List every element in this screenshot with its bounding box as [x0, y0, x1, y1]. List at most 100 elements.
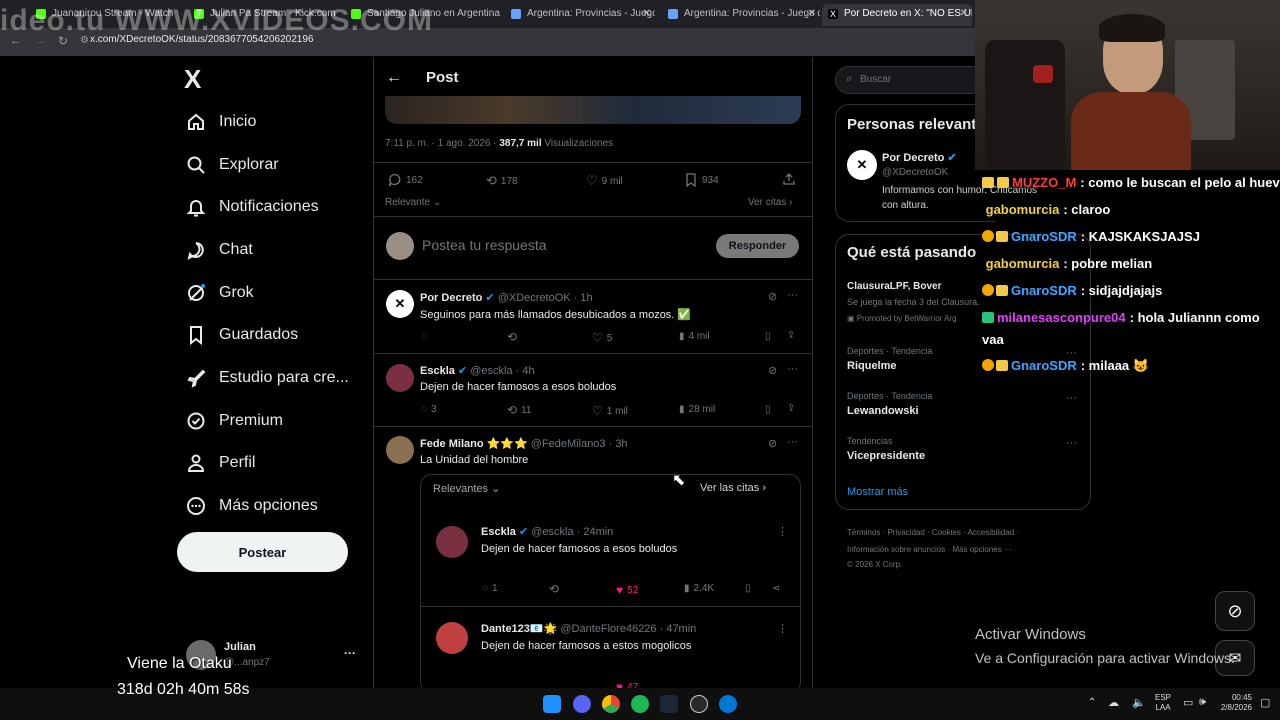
close-tab-icon[interactable]: ✕	[960, 4, 968, 24]
reply-button[interactable]: ◌	[421, 331, 427, 342]
account-menu-icon[interactable]: ···	[344, 646, 356, 660]
more-options-icon[interactable]: ···	[787, 436, 798, 448]
repost-button[interactable]: ⟲	[507, 330, 517, 344]
notifications-icon[interactable]: ▢	[1260, 696, 1270, 709]
chat-username[interactable]: GnaroSDR	[1011, 283, 1077, 298]
discord-icon[interactable]	[573, 695, 591, 713]
see-quotes-link[interactable]: Ver las citas ›	[700, 482, 766, 494]
back-arrow-icon[interactable]: ←	[386, 69, 402, 87]
close-tab-icon[interactable]: ✕	[808, 4, 816, 24]
display-icon[interactable]: ▭	[1183, 696, 1193, 709]
nav-item-premium[interactable]: Premium	[185, 403, 283, 439]
chat-username[interactable]: MUZZO_M	[1012, 175, 1076, 190]
grok-analyze-icon[interactable]: ⊘	[768, 290, 777, 303]
nav-item-mas-opciones[interactable]: Más opciones	[185, 488, 318, 524]
quotes-sort-dropdown[interactable]: Relevantes ⌄	[433, 482, 500, 495]
chevron-up-icon[interactable]: ⌃	[1088, 697, 1096, 708]
nav-item-notificaciones[interactable]: Notificaciones	[185, 189, 319, 225]
more-options-icon[interactable]: ···	[787, 289, 798, 301]
repost-count-button[interactable]: ⟲ 178	[486, 173, 518, 189]
post-media-image[interactable]	[385, 96, 801, 124]
post-button[interactable]: Postear	[177, 532, 348, 572]
show-more-link[interactable]: Mostrar más	[847, 486, 908, 498]
trend-item[interactable]: Vicepresidente	[847, 450, 925, 462]
bookmark-button[interactable]: ▯	[745, 583, 751, 594]
network-icon[interactable]: ☁	[1108, 696, 1119, 709]
reply-input[interactable]: Postea tu respuesta	[422, 237, 547, 253]
like-button-active[interactable]: ♥ 52	[616, 583, 638, 597]
trend-item[interactable]: Riquelme	[847, 360, 897, 372]
sort-dropdown[interactable]: Relevante ⌄	[385, 197, 441, 208]
bookmark-count-button[interactable]: 934	[684, 173, 719, 187]
close-tab-icon[interactable]: ✕	[643, 4, 651, 24]
share-button[interactable]: ⇪	[787, 330, 795, 341]
more-options-icon[interactable]: ···	[1066, 392, 1077, 404]
views-button[interactable]: ▮ 2.4K	[684, 583, 714, 594]
footer-link[interactable]: Términos	[847, 528, 880, 537]
nav-item-inicio[interactable]: Inicio	[185, 104, 256, 140]
keyboard-layout[interactable]: ESP LAA	[1155, 693, 1171, 713]
chat-username[interactable]: gabomurcia	[986, 202, 1060, 217]
like-button[interactable]: ♡ 5	[592, 331, 612, 345]
footer-link[interactable]: Información sobre anuncios	[847, 545, 945, 554]
nav-item-perfil[interactable]: Perfil	[185, 445, 255, 481]
chat-username[interactable]: GnaroSDR	[1011, 229, 1077, 244]
chat-username[interactable]: gabomurcia	[986, 256, 1060, 271]
avatar-por-decreto[interactable]: ✕	[847, 150, 877, 180]
share-button[interactable]: ⇪	[787, 403, 795, 414]
reply-button[interactable]: Responder	[716, 234, 799, 258]
steam-icon[interactable]	[660, 695, 678, 713]
share-button[interactable]	[782, 172, 796, 186]
nav-item-guardados[interactable]: Guardados	[185, 317, 298, 353]
repost-button[interactable]: ⟲ 11	[507, 403, 531, 417]
views-button[interactable]: ▮ 4 mil	[679, 331, 710, 342]
like-button[interactable]: ♡ 1 mil	[592, 404, 628, 418]
windows-start-icon[interactable]	[543, 695, 561, 713]
nav-item-grok[interactable]: Grok	[185, 275, 254, 311]
reply-button[interactable]: ◌ 1	[482, 583, 498, 594]
quote-avatar-esckla[interactable]	[436, 526, 468, 558]
more-options-icon[interactable]: ⋮	[777, 525, 788, 538]
chat-username[interactable]: GnaroSDR	[1011, 358, 1077, 373]
nav-item-estudio[interactable]: Estudio para cre...	[185, 360, 349, 396]
avatar-fede-milano[interactable]	[386, 436, 414, 464]
reply-button[interactable]: ◌ 3	[421, 404, 437, 415]
search-bar[interactable]: ⌕ Buscar	[835, 66, 985, 94]
grok-analyze-icon[interactable]: ⊘	[768, 437, 777, 450]
promoted-trend-name[interactable]: ClausuraLPF, Bover	[847, 281, 941, 292]
nav-item-chat[interactable]: Chat	[185, 232, 253, 268]
footer-link[interactable]: Cookies	[932, 528, 961, 537]
bookmark-button[interactable]: ▯	[765, 404, 771, 415]
views-button[interactable]: ▮ 28 mil	[679, 404, 715, 415]
bookmark-button[interactable]: ▯	[765, 331, 771, 342]
grok-floating-icon[interactable]: ⊘	[1215, 591, 1255, 631]
more-options-icon[interactable]: ···	[1066, 437, 1077, 449]
volume-icon[interactable]: 🕪	[1199, 696, 1206, 709]
x-logo-icon[interactable]: X	[184, 64, 201, 95]
edge-icon[interactable]	[719, 695, 737, 713]
repost-button[interactable]: ⟲	[549, 582, 559, 596]
obs-icon[interactable]	[690, 695, 708, 713]
browser-tab[interactable]: Argentina: Provincias - Juego d ✕	[505, 4, 655, 26]
chat-username[interactable]: milanesasconpure04	[997, 310, 1126, 325]
spotify-icon[interactable]	[631, 695, 649, 713]
reply-count-button[interactable]: 162	[388, 173, 423, 187]
more-options-icon[interactable]: ···	[787, 363, 798, 375]
quote-avatar-dante[interactable]	[436, 622, 468, 654]
more-options-icon[interactable]: ⋮	[777, 622, 788, 635]
chrome-icon[interactable]	[602, 695, 620, 713]
clock[interactable]: 00:45 2/8/2026	[1218, 693, 1252, 713]
footer-link[interactable]: Privacidad	[887, 528, 924, 537]
browser-tab-active[interactable]: X Por Decreto en X: "NO ES UN ✕	[822, 4, 972, 26]
search-input[interactable]: Buscar	[860, 74, 891, 85]
trend-item[interactable]: Lewandowski	[847, 405, 919, 417]
speaker-icon[interactable]: 🔈	[1132, 696, 1146, 709]
avatar-por-decreto[interactable]: ✕	[386, 290, 414, 318]
like-count-button[interactable]: ♡ 9 mil	[586, 173, 623, 189]
avatar-esckla[interactable]	[386, 364, 414, 392]
footer-link[interactable]: Accesibilidad	[968, 528, 1015, 537]
grok-analyze-icon[interactable]: ⊘	[768, 364, 777, 377]
browser-tab[interactable]: Argentina: Provincias - Juego d ✕	[662, 4, 820, 26]
footer-link[interactable]: Más opciones ···	[952, 545, 1012, 554]
nav-item-explorar[interactable]: Explorar	[185, 147, 279, 183]
